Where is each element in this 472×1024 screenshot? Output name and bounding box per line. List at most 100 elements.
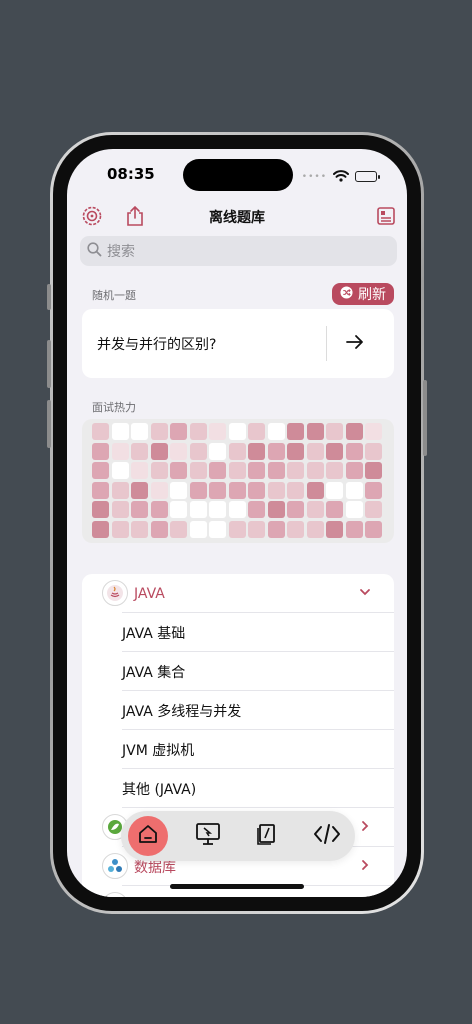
tab-notes[interactable]	[247, 816, 287, 856]
heatmap-cell	[365, 462, 382, 479]
heatmap-cell	[131, 442, 148, 460]
heatmap-cell	[209, 501, 226, 518]
heatmap-cell	[248, 481, 265, 499]
tab-home[interactable]	[128, 816, 168, 856]
heatmap-cell	[131, 423, 148, 440]
heatmap-cell	[92, 520, 109, 538]
heatmap-cell	[170, 462, 187, 479]
heatmap-cell	[326, 501, 343, 518]
heatmap-cell	[287, 520, 304, 538]
shuffle-icon	[340, 285, 353, 303]
heatmap-cell	[131, 462, 148, 479]
chevron-right-icon	[358, 818, 372, 837]
java-logo-icon	[102, 580, 128, 606]
random-question-card[interactable]: 并发与并行的区别?	[82, 309, 394, 378]
presentation-icon	[195, 822, 221, 850]
heatmap-cell	[228, 520, 246, 538]
dynamic-island	[183, 159, 293, 191]
category-icon	[102, 892, 128, 897]
list-item-label: JAVA 基础	[122, 625, 186, 642]
heatmap-cell	[267, 520, 285, 538]
heatmap-cell	[92, 462, 109, 479]
refresh-button[interactable]: 刷新	[332, 283, 394, 305]
heatmap-cell	[248, 462, 265, 479]
heatmap-cell	[365, 520, 382, 538]
list-item-label: JAVA 多线程与并发	[122, 703, 242, 720]
tab-interview[interactable]	[188, 816, 228, 856]
heatmap-cell	[92, 481, 109, 499]
heatmap-cell	[345, 501, 363, 518]
heatmap-cell	[111, 520, 129, 538]
screen: 08:35 •••• 离线题库 搜索 随机一题 刷新 并发与并行的区别? 面试热…	[67, 149, 407, 897]
heatmap-cell	[92, 442, 109, 460]
heatmap-cell	[111, 501, 129, 518]
list-item-label: JAVA 集合	[122, 664, 186, 681]
heatmap-cell	[209, 481, 226, 499]
profile-card-icon[interactable]	[373, 203, 399, 229]
heatmap-cell	[287, 442, 304, 460]
list-item[interactable]: JAVA 集合	[82, 652, 394, 691]
heatmap-cell	[248, 442, 265, 460]
heatmap-cell	[150, 462, 168, 479]
heatmap-cell	[248, 423, 265, 440]
heatmap-cell	[345, 442, 363, 460]
heatmap-cell	[326, 462, 343, 479]
heatmap-cell	[189, 442, 207, 460]
list-item[interactable]: JAVA 多线程与并发	[82, 691, 394, 730]
heatmap-cell	[306, 481, 324, 499]
heatmap-cell	[267, 462, 285, 479]
heatmap-cell	[306, 501, 324, 518]
code-icon	[313, 823, 341, 849]
signal-dots: ••••	[301, 171, 327, 182]
heatmap-cell	[209, 442, 226, 460]
heatmap-cell	[326, 423, 343, 440]
heatmap-cell	[131, 520, 148, 538]
refresh-label: 刷新	[358, 287, 386, 303]
home-icon	[137, 823, 159, 849]
arrow-right-icon[interactable]	[344, 331, 366, 357]
list-item[interactable]: JAVA 基础	[82, 613, 394, 652]
heatmap-cell	[131, 481, 148, 499]
heatmap-cell	[287, 501, 304, 518]
group-java[interactable]: JAVA	[82, 574, 394, 613]
heatmap-cell	[170, 501, 187, 518]
heatmap-cell	[111, 423, 129, 440]
heatmap-cell	[306, 520, 324, 538]
status-indicators: ••••	[301, 167, 380, 186]
group-label: JAVA	[134, 585, 165, 602]
chevron-down-icon	[358, 584, 372, 603]
heatmap-cell	[365, 423, 382, 440]
tab-bar	[121, 811, 355, 861]
heatmap-cell	[150, 423, 168, 440]
heatmap-cell	[111, 481, 129, 499]
search-icon	[87, 241, 102, 261]
heatmap-cell	[228, 501, 246, 518]
heatmap-cell	[170, 423, 187, 440]
search-bar[interactable]: 搜索	[80, 236, 397, 266]
heatmap-cell	[92, 501, 109, 518]
heatmap-cell	[150, 501, 168, 518]
database-icon	[102, 853, 128, 879]
list-item-label: JVM 虚拟机	[122, 742, 195, 759]
wifi-icon	[333, 167, 349, 186]
heatmap-cell	[287, 481, 304, 499]
tab-code[interactable]	[307, 816, 347, 856]
heatmap-cell	[189, 481, 207, 499]
heatmap-cell	[267, 501, 285, 518]
heatmap-cell	[189, 462, 207, 479]
random-question-text: 并发与并行的区别?	[97, 337, 217, 353]
heatmap-cell	[267, 442, 285, 460]
heatmap-cell	[228, 442, 246, 460]
list-item[interactable]: JVM 虚拟机	[82, 730, 394, 769]
heatmap-cell	[170, 481, 187, 499]
chevron-right-icon	[358, 857, 372, 876]
list-item[interactable]: 其他 (JAVA)	[82, 769, 394, 808]
heatmap-cell	[267, 481, 285, 499]
heatmap-cell	[228, 462, 246, 479]
notes-icon	[255, 822, 279, 850]
page-title: 离线题库	[209, 210, 265, 226]
heatmap-cell	[248, 501, 265, 518]
heatmap-cell	[92, 423, 109, 440]
heatmap-cell	[150, 520, 168, 538]
heatmap-cell	[248, 520, 265, 538]
